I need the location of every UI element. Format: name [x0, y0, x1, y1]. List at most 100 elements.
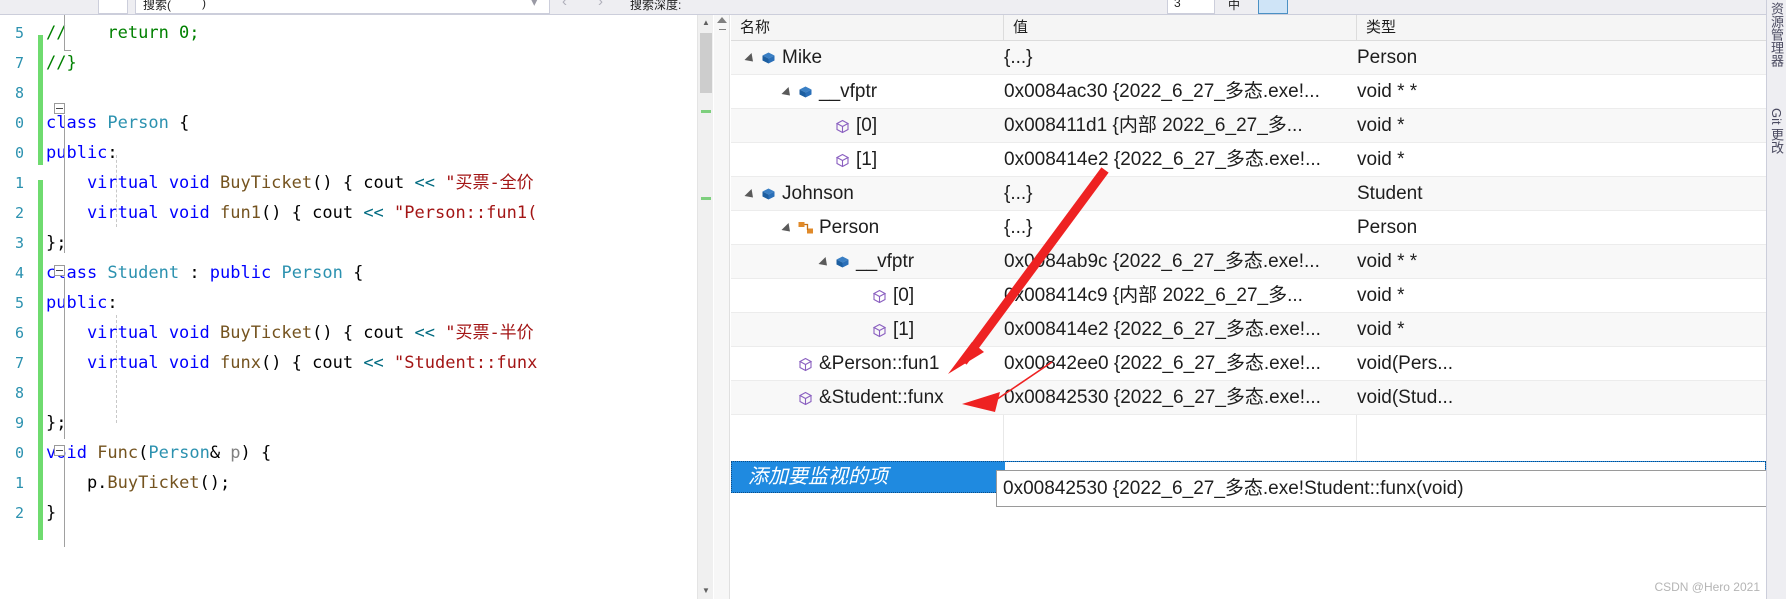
value-tooltip-text: 0x00842530 {2022_6_27_多态.exe!Student::fu… [1003, 478, 1464, 499]
code-token: << [414, 173, 435, 193]
change-bar [38, 180, 43, 540]
expander-triangle-icon[interactable] [818, 256, 831, 270]
line-number: 5 [14, 294, 24, 312]
watch-row-type: void * * [1357, 81, 1418, 102]
search-next-icon[interactable]: › [598, 0, 603, 10]
code-line: //} [46, 48, 77, 78]
watch-row-value[interactable]: 0x008411d1 {内部 2022_6_27_多... [1004, 109, 1342, 143]
purple-cube-icon [798, 357, 813, 372]
watch-window[interactable]: 名称 值 类型 Mike {...} Person __vfptr 0x0084ac30… [714, 15, 1766, 599]
code-token: BuyTicket [220, 323, 313, 343]
column-header-value[interactable]: 值 [1004, 15, 1357, 40]
search-combobox[interactable] [135, 0, 550, 14]
code-token: { [342, 263, 364, 283]
code-token: Student [107, 263, 180, 283]
purple-cube-icon [835, 119, 850, 134]
watch-row-name: [1] [856, 149, 878, 170]
collapse-all-icon[interactable] [719, 29, 726, 30]
watch-row[interactable]: [1] 0x008414e2 {2022_6_27_多态.exe!... void … [731, 313, 1766, 347]
watch-row-value[interactable]: {...} [1004, 41, 1342, 75]
editor-vertical-scrollbar[interactable]: ▲ ▼ [697, 15, 713, 599]
scroll-up-icon[interactable]: ▲ [698, 15, 714, 31]
watch-row-value[interactable]: 0x00842ee0 {2022_6_27_多态.exe!... [1004, 347, 1342, 381]
watch-row[interactable]: [1] 0x008414e2 {2022_6_27_多态.exe!... void … [731, 143, 1766, 177]
watch-vertical-scrollbar[interactable] [714, 15, 730, 599]
code-token: << [363, 353, 384, 373]
purple-cube-icon [798, 391, 813, 406]
expander-triangle-icon[interactable] [781, 86, 794, 100]
vs-debugger-screenshot: 搜索( ) ▾ ‹ › 搜索深度: 3 中 5 7 8 0 0 1 2 3 4 5 6 7 8 9 0 1 2 … [0, 0, 1786, 599]
chevron-down-icon[interactable]: ▾ [531, 0, 538, 10]
watch-row-value[interactable]: {...} [1004, 211, 1342, 245]
scrollbar-thumb[interactable] [700, 33, 712, 93]
watch-row[interactable]: [0] 0x008414c9 {内部 2022_6_27_多... void * [731, 279, 1766, 313]
watch-row-type: void(Pers... [1357, 353, 1454, 374]
fold-toggle-person-class[interactable] [54, 103, 65, 114]
toolbar-small-button[interactable] [98, 0, 128, 14]
watermark: CSDN @Hero 2021 [1654, 580, 1760, 594]
code-line: class Student : public Person { [46, 258, 363, 288]
watch-row-value[interactable]: 0x008414e2 {2022_6_27_多态.exe!... [1004, 313, 1342, 347]
code-line: virtual void BuyTicket() { cout << "买票-全… [46, 168, 534, 198]
fold-toggle-func[interactable] [54, 445, 65, 456]
scroll-down-icon[interactable]: ▼ [698, 583, 714, 599]
watch-row-value[interactable]: 0x008414e2 {2022_6_27_多态.exe!... [1004, 143, 1342, 177]
code-token: public [46, 293, 108, 313]
line-number: 4 [14, 264, 24, 282]
watch-row[interactable]: [0] 0x008411d1 {内部 2022_6_27_多... void * [731, 109, 1766, 143]
code-token: virtual void [46, 203, 220, 223]
watch-row[interactable]: Mike {...} Person [731, 41, 1766, 75]
code-token: virtual void [46, 173, 220, 193]
code-line: public: [46, 288, 118, 318]
code-token: public [209, 263, 282, 283]
watch-row[interactable]: &Student::funx 0x00842530 {2022_6_27_多态.e… [731, 381, 1766, 415]
change-bar [38, 35, 43, 165]
code-token: () { cout [260, 203, 364, 223]
line-number: 8 [14, 384, 24, 402]
search-prev-icon[interactable]: ‹ [562, 0, 567, 10]
watch-row[interactable]: Person {...} Person [731, 211, 1766, 245]
code-token: virtual void [46, 323, 220, 343]
expander-triangle-icon[interactable] [744, 188, 757, 202]
code-line: // return 0; [46, 18, 200, 48]
code-token: : [107, 293, 118, 313]
dock-tab-git-changes[interactable]: Git 更改 [1768, 108, 1786, 154]
code-token: << [414, 323, 435, 343]
purple-cube-icon [872, 289, 887, 304]
code-editor[interactable]: 5 7 8 0 0 1 2 3 4 5 6 7 8 9 0 1 2 // return 0; //} class P… [0, 15, 697, 599]
watch-row-value[interactable]: 0x008414c9 {内部 2022_6_27_多... [1004, 279, 1342, 313]
watch-row-value[interactable]: 0x0084ac30 {2022_6_27_多态.exe!... [1004, 75, 1342, 109]
line-number: 2 [14, 504, 24, 522]
watch-row-value[interactable]: {...} [1004, 177, 1342, 211]
code-token: ) { [240, 443, 272, 463]
expander-triangle-icon[interactable] [781, 222, 794, 236]
column-header-name[interactable]: 名称 [731, 15, 1004, 40]
scroll-up-icon[interactable] [717, 17, 727, 23]
structure-guide [64, 457, 65, 547]
watch-row[interactable]: __vfptr 0x0084ab9c {2022_6_27_多态.exe!... v… [731, 245, 1766, 279]
watch-row-type: void * * [1357, 251, 1418, 272]
code-token: BuyTicket [107, 473, 200, 493]
watch-row-value[interactable]: 0x00842530 {2022_6_27_多态.exe!... [1004, 381, 1342, 415]
toolbar-toggle-button[interactable] [1258, 0, 1288, 14]
structure-guide [64, 277, 65, 439]
watch-row-type: void(Stud... [1357, 387, 1454, 408]
orange-base-icon [798, 221, 813, 235]
code-line: void Func(Person& p) { [46, 438, 271, 468]
code-token: ( [138, 443, 149, 463]
watch-row[interactable]: &Person::fun1 0x00842ee0 {2022_6_27_多态.ex… [731, 347, 1766, 381]
fold-toggle-student-class[interactable] [54, 265, 65, 276]
expander-triangle-icon[interactable] [744, 52, 757, 66]
code-token: virtual void [46, 353, 220, 373]
watch-row[interactable]: __vfptr 0x0084ac30 {2022_6_27_多态.exe!... v… [731, 75, 1766, 109]
code-token: class [46, 113, 108, 133]
column-header-type[interactable]: 类型 [1357, 15, 1766, 40]
watch-row-value[interactable]: 0x0084ab9c {2022_6_27_多态.exe!... [1004, 245, 1342, 279]
search-depth-unit: 中 [1228, 0, 1241, 12]
code-line: virtual void BuyTicket() { cout << "买票-半… [46, 318, 534, 348]
watch-row[interactable]: Johnson {...} Student [731, 177, 1766, 211]
structure-guide [64, 115, 65, 253]
dock-tab-solution-explorer[interactable]: 资源管理器 [1768, 2, 1786, 67]
line-number: 9 [14, 414, 24, 432]
code-token: () { cout [260, 353, 364, 373]
